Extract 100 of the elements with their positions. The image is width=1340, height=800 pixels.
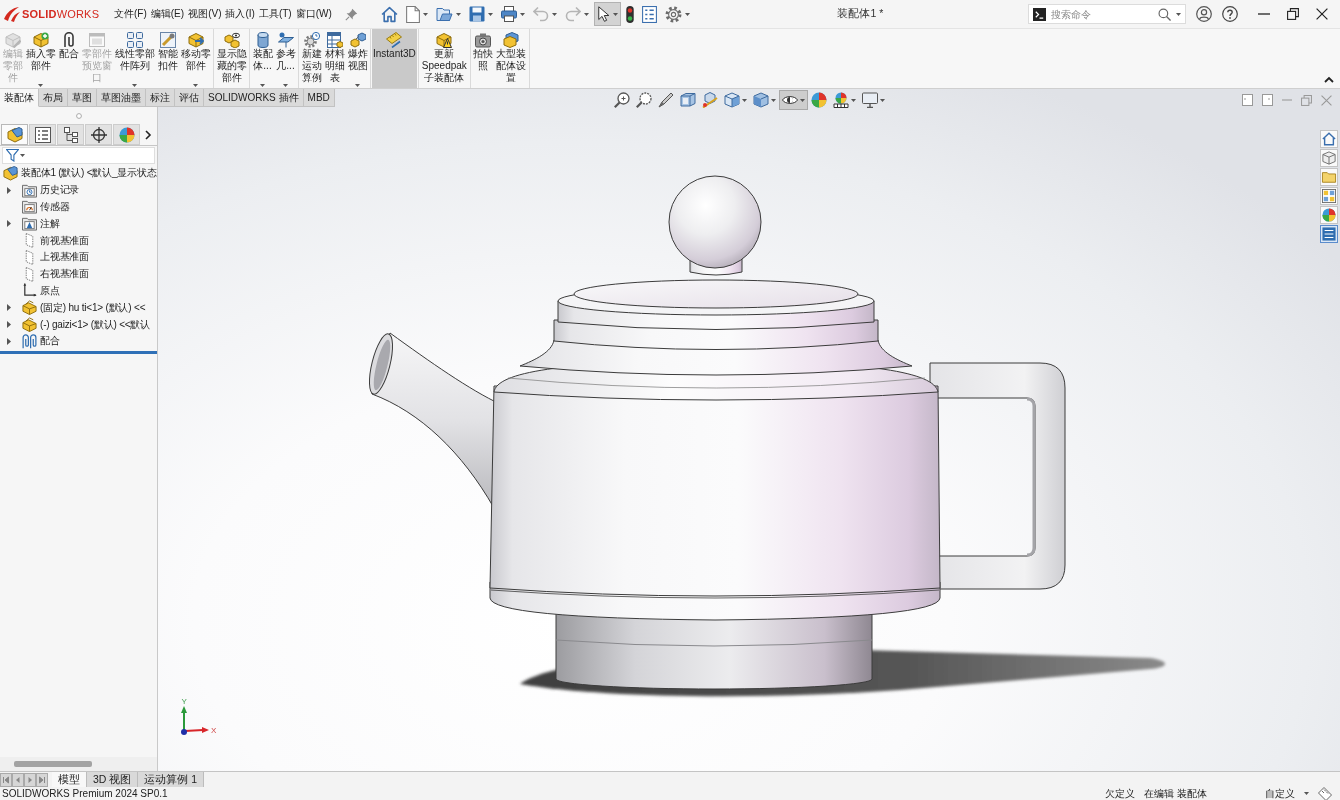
tree-item[interactable]: 上视基准面 (0, 249, 89, 266)
sheet-tab[interactable]: 3D 视图 (87, 772, 139, 787)
menu-item[interactable]: 编辑(E) (149, 7, 186, 21)
tree-item[interactable]: 配合 (0, 332, 60, 350)
command-button[interactable]: 配合 (57, 29, 80, 88)
command-tab[interactable]: 装配体 (0, 89, 39, 107)
expand-caret-icon[interactable] (7, 186, 11, 194)
undo-icon (532, 6, 549, 22)
user-circle-icon[interactable] (1196, 6, 1212, 22)
command-button[interactable]: 大型装配体设置 (494, 29, 528, 88)
x-axis-arrow (184, 727, 209, 733)
tree-item[interactable]: 历史记录 (0, 181, 80, 199)
pin-icon[interactable] (344, 7, 358, 21)
search-bar[interactable]: 搜索命令 (1028, 4, 1186, 24)
close-icon[interactable] (1316, 8, 1328, 20)
window-icon (88, 32, 105, 48)
command-button[interactable]: 材料明细表 (323, 29, 346, 88)
list-tile-icon[interactable] (1320, 225, 1338, 243)
restore-icon[interactable] (1287, 8, 1299, 20)
grip-dot-icon[interactable] (75, 112, 82, 119)
command-tab[interactable]: 评估 (175, 89, 204, 107)
folder-gauge-icon (22, 199, 37, 215)
caret-icon[interactable] (1176, 12, 1181, 16)
hide-show-button[interactable] (778, 90, 808, 110)
cylinder-icon (254, 32, 271, 48)
caret-icon[interactable] (1304, 792, 1309, 795)
palette-tile-icon[interactable] (1320, 187, 1338, 205)
menu-item[interactable]: 视图(V) (187, 7, 223, 21)
display-ball-icon (118, 126, 135, 143)
menu-item[interactable]: 工具(T) (257, 7, 293, 21)
scrollbar-thumb[interactable] (14, 761, 92, 767)
command-button[interactable]: 参考几... (274, 29, 297, 88)
axis-label: Y (181, 697, 187, 706)
sheet-tab[interactable]: 运动算例 1 (138, 772, 205, 787)
menu-item[interactable]: 窗口(W) (294, 7, 333, 21)
panel-tab[interactable] (85, 124, 112, 145)
terminal-icon[interactable] (1033, 7, 1046, 21)
color-ball-icon (810, 92, 827, 108)
command-button[interactable]: 爆炸视图 (346, 29, 369, 88)
command-button[interactable]: 拍快照 (471, 29, 495, 88)
table-icon (326, 32, 343, 48)
chevron-right-icon[interactable] (145, 129, 152, 140)
settings-icon (664, 5, 682, 23)
zoom-icon (613, 92, 630, 108)
tree-item[interactable]: 前视基准面 (0, 232, 89, 249)
tree-item[interactable]: 右视基准面 (0, 265, 89, 283)
command-button[interactable]: 装配体... (251, 29, 274, 88)
section-view-icon (679, 92, 696, 108)
axis-label: X (211, 726, 217, 735)
folder-tile-icon[interactable] (1320, 168, 1338, 186)
panel-tab[interactable] (113, 124, 140, 145)
shaded-cube-icon (752, 92, 769, 108)
filter-field[interactable] (2, 147, 155, 164)
command-button[interactable]: 新建运动算例 (300, 29, 323, 88)
command-tab[interactable]: 布局 (39, 89, 68, 107)
chevron-up-icon[interactable] (1324, 76, 1334, 83)
menu-item[interactable]: 文件(F) (113, 7, 148, 21)
pencil-icon (657, 92, 674, 108)
command-button[interactable]: 移动零部件 (179, 29, 212, 88)
tree-item[interactable]: (固定) hu ti<1> (默认) << (0, 299, 146, 317)
command-tab[interactable]: MBD (303, 89, 335, 107)
tree-item[interactable]: 传感器 (0, 198, 70, 216)
tree-item[interactable]: 注解 (0, 215, 60, 233)
expand-caret-icon[interactable] (7, 337, 11, 345)
help-icon[interactable] (1222, 6, 1238, 22)
home-tile-icon[interactable] (1320, 130, 1338, 148)
command-tab[interactable]: 草图 (68, 89, 97, 107)
search-input[interactable]: 搜索命令 (1051, 8, 1153, 20)
command-button[interactable]: Instant3D (372, 29, 417, 88)
horizontal-scrollbar[interactable] (0, 757, 157, 771)
panel-tab[interactable] (29, 124, 56, 145)
expand-caret-icon[interactable] (7, 321, 11, 329)
sheet-tab[interactable]: 模型 (52, 772, 87, 787)
tile-right-icon[interactable] (1262, 94, 1273, 106)
command-button[interactable]: 插入零部件 (24, 29, 57, 88)
command-button[interactable]: 更新Speedpak子装配体 (419, 29, 469, 88)
cube-tile-icon[interactable] (1320, 149, 1338, 167)
command-tab[interactable]: SOLIDWORKS 插件 (204, 89, 304, 107)
expand-caret-icon[interactable] (7, 304, 11, 312)
command-button[interactable]: 线性零部件阵列 (113, 29, 156, 88)
panel-tab[interactable] (57, 124, 84, 145)
command-button[interactable]: 智能扣件 (156, 29, 179, 88)
menu-item[interactable]: 插入(I) (224, 7, 256, 21)
expand-caret-icon[interactable] (7, 220, 11, 228)
command-tab[interactable]: 标注 (146, 89, 175, 107)
tree-item[interactable]: 装配体1 (默认) <默认_显示状态 (0, 165, 157, 182)
color-ball-tile-icon[interactable] (1320, 206, 1338, 224)
search-icon[interactable] (1158, 7, 1171, 21)
command-tab[interactable]: 草图油墨 (97, 89, 146, 107)
select-button[interactable] (593, 2, 621, 26)
tile-left-icon[interactable] (1242, 94, 1253, 106)
units-status[interactable]: 自定义 (1265, 786, 1295, 800)
command-button[interactable]: 显示隐藏的零部件 (215, 29, 248, 88)
rollback-bar[interactable] (0, 350, 157, 354)
part-icon (22, 300, 37, 316)
tree-item[interactable]: 原点 (0, 282, 60, 300)
tree-item[interactable]: (-) gaizi<1> (默认) <<默认 (0, 316, 151, 333)
scene-icon (832, 92, 849, 108)
panel-tab[interactable] (1, 124, 28, 145)
caret-icon (20, 154, 25, 157)
